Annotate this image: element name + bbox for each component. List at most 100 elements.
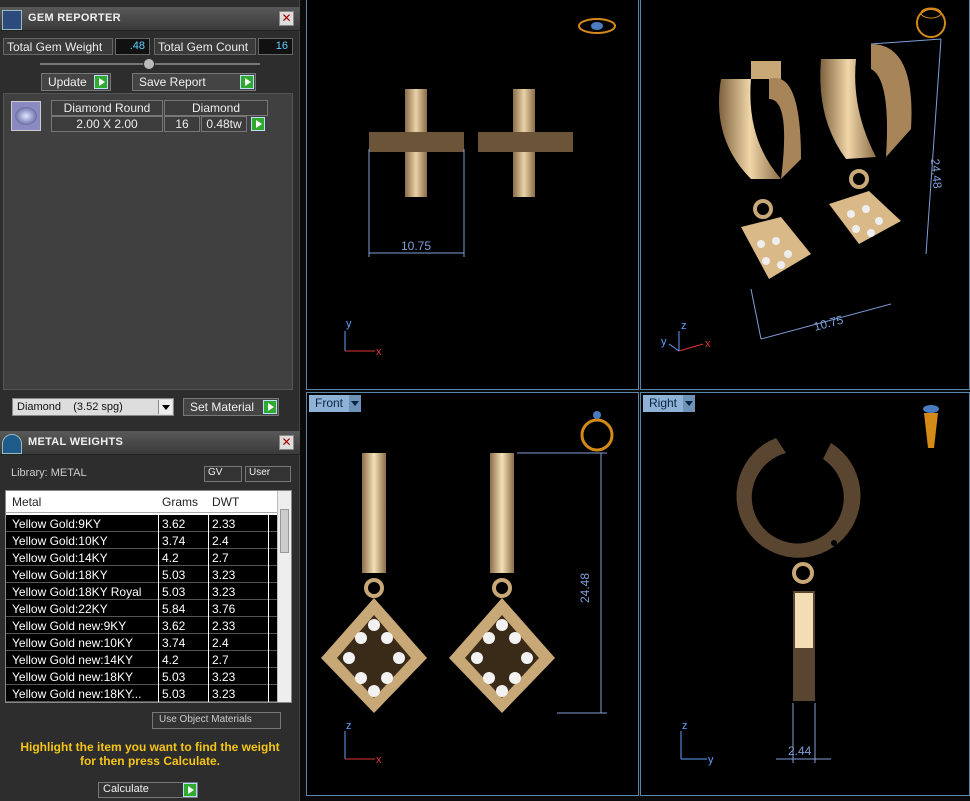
gem-size-cell[interactable]: 2.00 X 2.00 <box>51 116 163 132</box>
gem-reporter-close-button[interactable]: ✕ <box>279 11 294 26</box>
metal-cell: Yellow Gold:22KY <box>12 602 108 616</box>
viewport-right[interactable]: Right 2.44 z y <box>640 392 970 796</box>
table-row[interactable]: Yellow Gold new:9KY 3.62 2.33 <box>6 617 278 634</box>
view-cube-ring-icon[interactable] <box>578 18 616 34</box>
right-view-canvas: 2.44 z y <box>680 405 939 766</box>
material-select-value: Diamond (3.52 spg) <box>17 401 123 413</box>
save-report-go-icon[interactable] <box>240 75 254 89</box>
earring-front-left[interactable] <box>321 453 427 713</box>
table-row[interactable]: Yellow Gold new:14KY 4.2 2.7 <box>6 651 278 668</box>
save-report-button[interactable]: Save Report <box>132 73 256 91</box>
calculate-go-icon[interactable] <box>183 783 197 797</box>
metal-cell: Yellow Gold new:14KY <box>12 653 133 667</box>
col-grams-header[interactable]: Grams <box>162 495 198 509</box>
user-toggle[interactable]: User <box>245 466 291 482</box>
scrollbar-thumb[interactable] <box>280 509 289 553</box>
col-dwt-header[interactable]: DWT <box>212 495 239 509</box>
metal-weights-close-button[interactable]: ✕ <box>279 435 294 450</box>
col-metal-header[interactable]: Metal <box>12 495 41 509</box>
earring-top-left[interactable] <box>369 89 464 197</box>
axis-gizmo <box>344 331 375 352</box>
column-divider <box>208 685 209 702</box>
table-row[interactable]: Yellow Gold:22KY 5.84 3.76 <box>6 600 278 617</box>
left-panel: GEM REPORTER ✕ Total Gem Weight .48 Tota… <box>0 0 300 801</box>
earring-top-right[interactable] <box>478 89 573 197</box>
gem-weight-cell[interactable]: 0.48tw <box>201 116 247 132</box>
save-report-button-label: Save Report <box>139 75 206 89</box>
column-divider <box>268 549 269 566</box>
axis-y-label: y <box>708 754 714 766</box>
dwt-cell: 3.76 <box>212 602 236 616</box>
gem-row-go-icon[interactable] <box>251 117 265 131</box>
gem-name-cell[interactable]: Diamond Round <box>51 100 163 116</box>
view-cube-ring-icon[interactable] <box>916 7 946 38</box>
use-object-materials-toggle[interactable]: Use Object Materials <box>152 712 281 729</box>
viewport-top[interactable]: 10.75 y x <box>306 0 639 390</box>
metal-table-header: Metal Grams DWT <box>6 491 278 513</box>
table-row[interactable]: Yellow Gold:18KY Royal 5.03 3.23 <box>6 583 278 600</box>
splitter-handle[interactable] <box>143 58 155 70</box>
table-row[interactable]: Yellow Gold:10KY 3.74 2.4 <box>6 532 278 549</box>
grams-cell: 4.2 <box>162 653 179 667</box>
table-row[interactable]: Yellow Gold new:18KY... 5.03 3.23 <box>6 685 278 702</box>
column-divider <box>208 532 209 549</box>
column-divider <box>268 600 269 617</box>
chevron-down-icon[interactable] <box>349 395 362 412</box>
view-cube-ring-icon[interactable] <box>923 405 939 448</box>
metal-cell: Yellow Gold:10KY <box>12 534 108 548</box>
column-divider <box>268 617 269 634</box>
axis-z-label: z <box>681 320 687 332</box>
column-divider <box>208 515 209 532</box>
table-row[interactable]: Yellow Gold new:18KY 5.03 3.23 <box>6 668 278 685</box>
set-material-button-label: Set Material <box>190 400 255 414</box>
gem-material-cell[interactable]: Diamond <box>164 100 268 116</box>
earring-persp-left[interactable] <box>719 61 811 279</box>
viewport-perspective[interactable]: 24.48 10.75 z y x <box>640 0 970 390</box>
top-dim-label: 10.75 <box>401 239 431 253</box>
chevron-down-icon[interactable] <box>683 395 696 412</box>
axis-z-label: z <box>346 720 352 732</box>
viewport-front[interactable]: Front 24.48 z x <box>306 392 639 796</box>
total-gem-count-value: 16 <box>258 38 293 55</box>
dwt-cell: 2.33 <box>212 517 236 531</box>
table-scrollbar[interactable] <box>277 491 291 702</box>
earring-right-side[interactable] <box>736 438 861 701</box>
table-row[interactable]: Yellow Gold:14KY 4.2 2.7 <box>6 549 278 566</box>
axis-x-label: x <box>376 346 382 358</box>
table-row[interactable]: Yellow Gold new:10KY 3.74 2.4 <box>6 634 278 651</box>
metal-weights-table: Metal Grams DWT Yellow Gold:9KY 3.62 2.33 Y… <box>5 490 292 703</box>
grams-cell: 5.84 <box>162 602 186 616</box>
user-toggle-label: User <box>249 467 271 478</box>
column-divider <box>158 668 159 685</box>
earring-persp-right[interactable] <box>820 44 912 244</box>
persp-dim-width: 10.75 <box>812 313 845 334</box>
material-select[interactable]: Diamond (3.52 spg) <box>12 398 174 416</box>
column-divider <box>268 515 269 532</box>
update-go-icon[interactable] <box>94 75 108 89</box>
set-material-go-icon[interactable] <box>263 400 277 414</box>
axis-z-label: z <box>682 720 688 732</box>
table-row[interactable]: Yellow Gold:9KY 3.62 2.33 <box>6 515 278 532</box>
grams-cell: 5.03 <box>162 568 186 582</box>
table-row[interactable]: Yellow Gold:18KY 5.03 3.23 <box>6 566 278 583</box>
gem-reporter-header: GEM REPORTER ✕ <box>0 7 300 31</box>
tab-right-label: Right <box>649 396 678 410</box>
earring-front-right[interactable] <box>449 453 555 713</box>
gem-count-cell[interactable]: 16 <box>164 116 200 132</box>
dwt-cell: 2.33 <box>212 619 236 633</box>
calculate-button-label: Calculate <box>103 783 149 795</box>
column-divider <box>158 651 159 668</box>
tab-front-label: Front <box>315 396 344 410</box>
column-divider <box>158 600 159 617</box>
diamond-round-thumbnail[interactable] <box>11 101 41 131</box>
gv-toggle-label: GV <box>208 467 223 478</box>
tab-front[interactable]: Front <box>309 395 362 412</box>
chevron-down-icon[interactable] <box>158 400 172 414</box>
view-cube-ring-icon[interactable] <box>580 411 614 452</box>
tab-right[interactable]: Right <box>643 395 696 412</box>
column-divider <box>268 532 269 549</box>
metal-cell: Yellow Gold:9KY <box>12 517 101 531</box>
gv-toggle[interactable]: GV <box>204 466 242 482</box>
column-divider <box>208 651 209 668</box>
grams-cell: 3.74 <box>162 534 186 548</box>
